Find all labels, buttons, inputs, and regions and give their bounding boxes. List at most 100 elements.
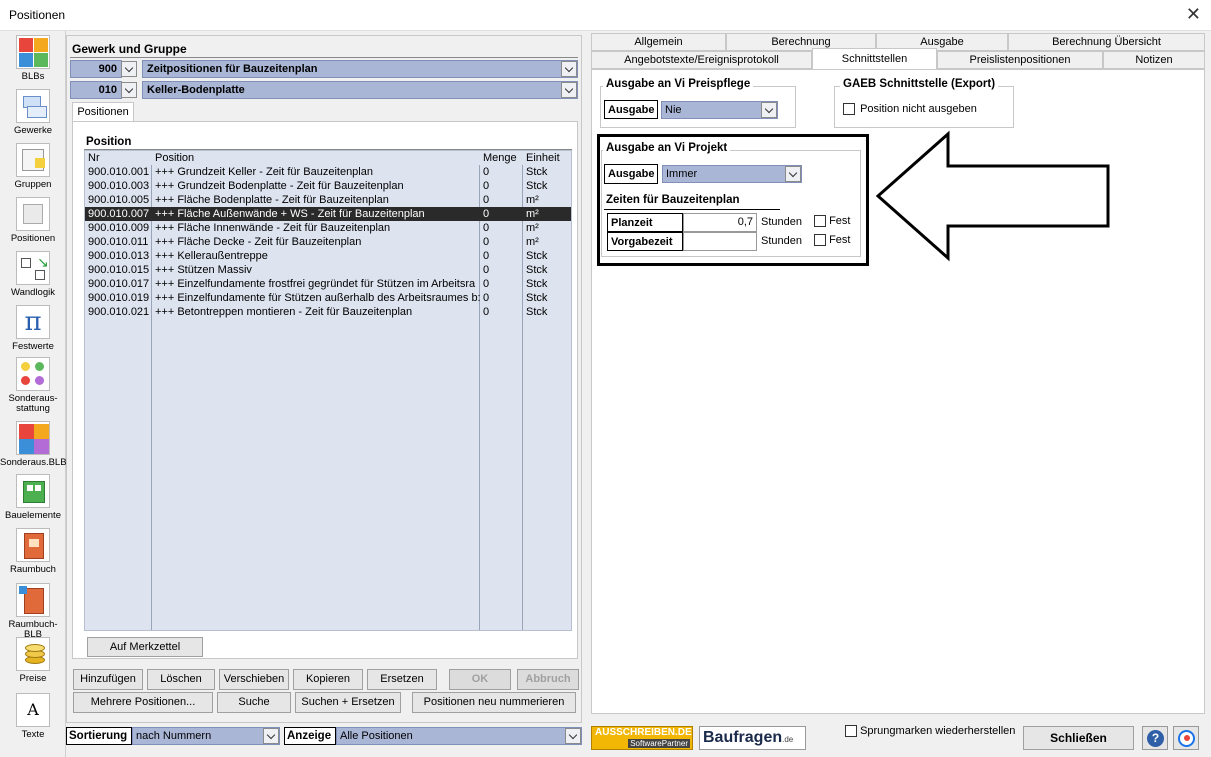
toolbar-raumbuch-blb[interactable]: Raumbuch-BLB [0,583,66,640]
cell-text: +++ Einzelfundamente für Stützen außerha… [155,292,480,304]
cell-menge: 0 [483,264,490,276]
cell-menge: 0 [483,222,490,234]
help-icon[interactable]: ? [1142,726,1168,750]
chevron-down-icon[interactable] [121,82,137,98]
checkbox-icon[interactable] [843,103,855,116]
table-row[interactable]: 900.010.003 +++ Grundzeit Bodenplatte - Z… [85,179,571,193]
cell-nr: 900.010.001 [88,166,150,178]
chevron-down-icon[interactable] [761,102,777,118]
toolbar-sonderausstattung[interactable]: Sonderaus- stattung [0,357,66,414]
search-button[interactable]: Suche [217,692,291,713]
merkzettel-button[interactable]: Auf Merkzettel [87,637,203,657]
tab-notizen[interactable]: Notizen [1103,51,1205,69]
tab-allgemein[interactable]: Allgemein [591,33,726,51]
planzeit-input[interactable]: 0,7 [683,213,757,232]
table-row[interactable]: 900.010.021 +++ Betontreppen montieren - … [85,305,571,319]
cell-menge: 0 [483,180,490,192]
search-replace-button[interactable]: Suchen + Ersetzen [295,692,401,713]
chevron-down-icon[interactable] [785,166,801,182]
abbruch-button[interactable]: Abbruch [517,669,579,690]
toolbar-bauelemente[interactable]: Bauelemente [0,474,66,521]
gaeb-checkbox-label: Position nicht ausgeben [860,103,977,115]
replace-button[interactable]: Ersetzen [367,669,437,690]
toolbar-festwerte[interactable]: π Festwerte [0,305,66,352]
copy-button[interactable]: Kopieren [293,669,363,690]
ok-button[interactable]: OK [449,669,511,690]
vorgabezeit-input[interactable] [683,232,757,251]
col-position[interactable]: Position [152,151,480,165]
cell-einheit: m² [523,207,571,221]
toolbar-wandlogik[interactable]: ↘ Wandlogik [0,251,66,298]
cell-nr: 900.010.013 [88,250,150,262]
projekt-title: Ausgabe an Vi Projekt [603,142,731,154]
gewerk-name-select[interactable]: Zeitpositionen für Bauzeitenplan [142,60,578,78]
position-table[interactable]: Nr Position Menge Einheit 900.010.001 +++… [84,150,572,631]
table-row[interactable]: 900.010.019 +++ Einzelfundamente für Stüt… [85,291,571,305]
table-row[interactable]: 900.010.001 +++ Grundzeit Keller - Zeit f… [85,165,571,179]
cell-nr: 900.010.005 [88,194,150,206]
toolbar-gewerke[interactable]: Gewerke [0,89,66,136]
multiple-positions-button[interactable]: Mehrere Positionen... [73,692,213,713]
projekt-select[interactable]: Immer [662,165,802,183]
tab-preislistenpositionen[interactable]: Preislistenpositionen [937,51,1103,69]
sortierung-select[interactable]: nach Nummern [132,727,280,745]
ausschreiben-logo[interactable]: AUSSCHREIBEN.DE SoftwarePartner [591,726,693,750]
table-row[interactable]: 900.010.005 +++ Fläche Bodenplatte - Zeit… [85,193,571,207]
tab-angebotstexte[interactable]: Angebotstexte/Ereignisprotokoll [591,51,812,69]
gaeb-checkbox[interactable]: Position nicht ausgeben [843,103,977,116]
vorgabezeit-fest-checkbox[interactable]: Fest [814,234,850,247]
gewerk-nr[interactable]: 900 [70,60,122,78]
sonderausstattung-icon [16,357,50,391]
table-row[interactable]: 900.010.013 +++ Kelleraußentreppe 0 Stck [85,249,571,263]
gruppe-name-select[interactable]: Keller-Bodenplatte [142,81,578,99]
table-row[interactable]: 900.010.011 +++ Fläche Decke - Zeit für B… [85,235,571,249]
wandlogik-icon: ↘ [16,251,50,285]
checkbox-icon[interactable] [814,215,826,228]
cell-text: +++ Kelleraußentreppe [155,250,268,262]
cell-menge: 0 [483,250,490,262]
cell-nr: 900.010.021 [88,306,150,318]
add-button[interactable]: Hinzufügen [73,669,143,690]
chevron-down-icon[interactable] [263,728,279,744]
close-icon[interactable]: ✕ [1186,4,1201,25]
chevron-down-icon[interactable] [561,61,577,77]
sonderaus-blb-icon [16,421,50,455]
col-nr[interactable]: Nr [85,151,152,165]
col-menge[interactable]: Menge [480,151,523,165]
col-einheit[interactable]: Einheit [523,151,571,165]
toolbar-texte[interactable]: A Texte [0,693,66,740]
chevron-down-icon[interactable] [565,728,581,744]
checkbox-icon[interactable] [814,234,826,247]
checkbox-icon[interactable] [845,725,857,738]
cell-nr: 900.010.011 [88,236,149,248]
baufragen-logo[interactable]: Baufragen.de [699,726,806,750]
tab-berechnung-uebersicht[interactable]: Berechnung Übersicht [1008,33,1205,51]
cell-einheit: m² [526,222,539,234]
table-row[interactable]: 900.010.015 +++ Stützen Massiv 0 Stck [85,263,571,277]
sprungmarken-checkbox[interactable]: Sprungmarken wiederherstellen [845,725,1015,738]
toolbar-positionen[interactable]: Positionen [0,197,66,244]
teamviewer-icon[interactable] [1173,726,1199,750]
move-button[interactable]: Verschieben [219,669,289,690]
table-row[interactable]: 900.010.007 +++ Fläche Außenwände + WS - … [85,207,571,221]
delete-button[interactable]: Löschen [147,669,215,690]
gruppe-nr[interactable]: 010 [70,81,122,99]
chevron-down-icon[interactable] [561,82,577,98]
anzeige-select[interactable]: Alle Positionen [336,727,582,745]
tab-schnittstellen[interactable]: Schnittstellen [812,48,937,70]
cell-einheit: Stck [526,250,548,262]
tab-positionen[interactable]: Positionen [72,102,134,122]
toolbar-sonderaus-blb[interactable]: Sonderaus.BLB [0,421,67,468]
renumber-button[interactable]: Positionen neu nummerieren [412,692,576,713]
planzeit-fest-label: Fest [829,215,851,227]
table-row[interactable]: 900.010.017 +++ Einzelfundamente frostfre… [85,277,571,291]
position-header: Position [84,134,572,150]
toolbar-preise[interactable]: Preise [0,637,66,684]
table-row[interactable]: 900.010.009 +++ Fläche Innenwände - Zeit … [85,221,571,235]
toolbar-raumbuch[interactable]: Raumbuch [0,528,66,575]
planzeit-fest-checkbox[interactable]: Fest [814,215,851,228]
chevron-down-icon[interactable] [121,61,137,77]
toolbar-blbs[interactable]: BLBs [0,35,66,82]
toolbar-gruppen[interactable]: Gruppen [0,143,66,190]
close-button[interactable]: Schließen [1023,726,1134,750]
